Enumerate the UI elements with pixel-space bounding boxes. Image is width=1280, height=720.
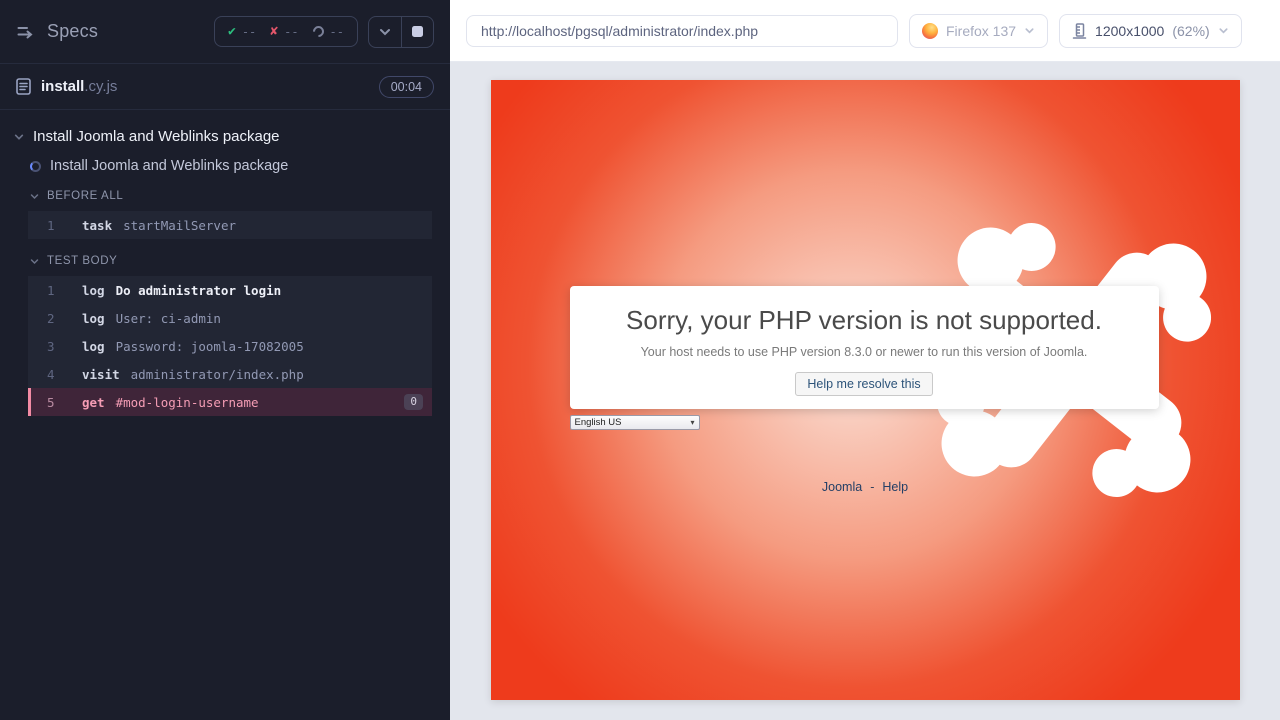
select-chevron-icon: ▾ bbox=[690, 418, 694, 427]
spec-file-row[interactable]: install.cy.js 00:04 bbox=[0, 64, 450, 110]
pending-circle-icon bbox=[310, 24, 326, 40]
command-row[interactable]: 4 visit administrator/index.php bbox=[28, 360, 432, 388]
command-row-active[interactable]: 5 get #mod-login-username 0 bbox=[28, 388, 432, 416]
command-row[interactable]: 3 log Password: joomla-17082005 bbox=[28, 332, 432, 360]
runner-stage: Sorry, your PHP version is not supported… bbox=[450, 62, 1280, 720]
browser-selector[interactable]: Firefox 137 bbox=[909, 14, 1048, 48]
run-controls bbox=[368, 16, 434, 48]
passed-count: -- bbox=[242, 25, 256, 39]
joomla-link[interactable]: Joomla bbox=[822, 480, 862, 494]
viewport-zoom: (62%) bbox=[1172, 23, 1209, 39]
command-method: log bbox=[82, 311, 105, 326]
test-row[interactable]: Install Joomla and Weblinks package bbox=[30, 158, 432, 174]
stat-passed: ✔ -- bbox=[228, 24, 256, 39]
browser-label: Firefox 137 bbox=[946, 23, 1016, 39]
collapse-all-button[interactable] bbox=[369, 17, 401, 47]
runner-main: Firefox 137 1200x1000 (62%) bbox=[450, 0, 1280, 720]
command-message: Do administrator login bbox=[116, 283, 282, 298]
error-title: Sorry, your PHP version is not supported… bbox=[570, 305, 1159, 336]
command-message: startMailServer bbox=[123, 218, 236, 233]
command-row[interactable]: 2 log User: ci-admin bbox=[28, 304, 432, 332]
command-number: 5 bbox=[31, 395, 68, 410]
section-label: TEST BODY bbox=[47, 255, 117, 267]
section-label: BEFORE ALL bbox=[47, 190, 123, 202]
section-test-body[interactable]: TEST BODY bbox=[30, 255, 432, 267]
running-spinner-icon bbox=[30, 161, 41, 172]
command-method: log bbox=[82, 339, 105, 354]
reporter-header: Specs ✔ -- ✘ -- -- bbox=[0, 0, 450, 64]
ruler-icon bbox=[1072, 23, 1087, 39]
command-method: log bbox=[82, 283, 105, 298]
chevron-down-icon bbox=[30, 192, 39, 201]
spec-file-icon bbox=[16, 78, 31, 95]
command-number: 1 bbox=[31, 283, 68, 298]
test-tree: Install Joomla and Weblinks package Inst… bbox=[0, 110, 450, 720]
specs-menu-toggle-icon[interactable] bbox=[16, 22, 35, 41]
language-select[interactable]: English US ▾ bbox=[570, 415, 700, 430]
command-message: #mod-login-username bbox=[116, 395, 259, 410]
command-message: administrator/index.php bbox=[131, 367, 304, 382]
command-row[interactable]: 1 task startMailServer bbox=[28, 211, 432, 239]
test-body-commands: 1 log Do administrator login 2 log User:… bbox=[28, 276, 432, 416]
chevron-down-icon bbox=[14, 132, 24, 142]
stat-pending: -- bbox=[313, 25, 344, 39]
section-before-all[interactable]: BEFORE ALL bbox=[30, 190, 432, 202]
before-all-commands: 1 task startMailServer bbox=[28, 211, 432, 239]
command-method: visit bbox=[82, 367, 120, 382]
url-input[interactable] bbox=[466, 15, 898, 47]
command-message: Password: joomla-17082005 bbox=[116, 339, 304, 354]
spec-name: install bbox=[41, 78, 84, 95]
cypress-reporter-sidebar: Specs ✔ -- ✘ -- -- bbox=[0, 0, 450, 720]
chevron-down-icon bbox=[1218, 25, 1229, 36]
help-link[interactable]: Help bbox=[882, 480, 908, 494]
specs-title: Specs bbox=[47, 21, 98, 42]
command-retry-badge: 0 bbox=[404, 394, 423, 410]
pending-count: -- bbox=[330, 25, 344, 39]
command-number: 3 bbox=[31, 339, 68, 354]
failed-count: -- bbox=[284, 25, 298, 39]
firefox-icon bbox=[922, 23, 938, 39]
chevron-down-icon bbox=[1024, 25, 1035, 36]
passed-check-icon: ✔ bbox=[228, 24, 236, 39]
command-message: User: ci-admin bbox=[116, 311, 221, 326]
runner-topbar: Firefox 137 1200x1000 (62%) bbox=[450, 0, 1280, 62]
suite-title: Install Joomla and Weblinks package bbox=[33, 128, 280, 145]
failed-x-icon: ✘ bbox=[270, 24, 278, 39]
command-row[interactable]: 1 log Do administrator login bbox=[28, 276, 432, 304]
viewport-dimensions: 1200x1000 bbox=[1095, 23, 1164, 39]
test-title: Install Joomla and Weblinks package bbox=[50, 158, 288, 174]
error-subtitle: Your host needs to use PHP version 8.3.0… bbox=[570, 345, 1159, 359]
help-resolve-button[interactable]: Help me resolve this bbox=[795, 372, 932, 396]
joomla-footer: Joomla-Help bbox=[491, 480, 1240, 494]
spec-extension: .cy.js bbox=[84, 78, 117, 95]
aut-iframe: Sorry, your PHP version is not supported… bbox=[491, 80, 1240, 700]
command-method: get bbox=[82, 395, 105, 410]
stat-failed: ✘ -- bbox=[270, 24, 298, 39]
php-error-card: Sorry, your PHP version is not supported… bbox=[570, 286, 1159, 409]
chevron-down-icon bbox=[30, 257, 39, 266]
suite-row[interactable]: Install Joomla and Weblinks package bbox=[14, 128, 432, 145]
spec-timer-badge: 00:04 bbox=[379, 76, 434, 98]
footer-separator: - bbox=[870, 480, 874, 494]
command-number: 4 bbox=[31, 367, 68, 382]
viewport-size-selector[interactable]: 1200x1000 (62%) bbox=[1059, 14, 1242, 48]
command-method: task bbox=[82, 218, 112, 233]
stop-icon bbox=[412, 26, 423, 37]
command-number: 1 bbox=[31, 218, 68, 233]
test-stats: ✔ -- ✘ -- -- bbox=[214, 16, 358, 47]
stop-run-button[interactable] bbox=[401, 17, 433, 47]
command-number: 2 bbox=[31, 311, 68, 326]
language-selected-value: English US bbox=[575, 417, 622, 428]
